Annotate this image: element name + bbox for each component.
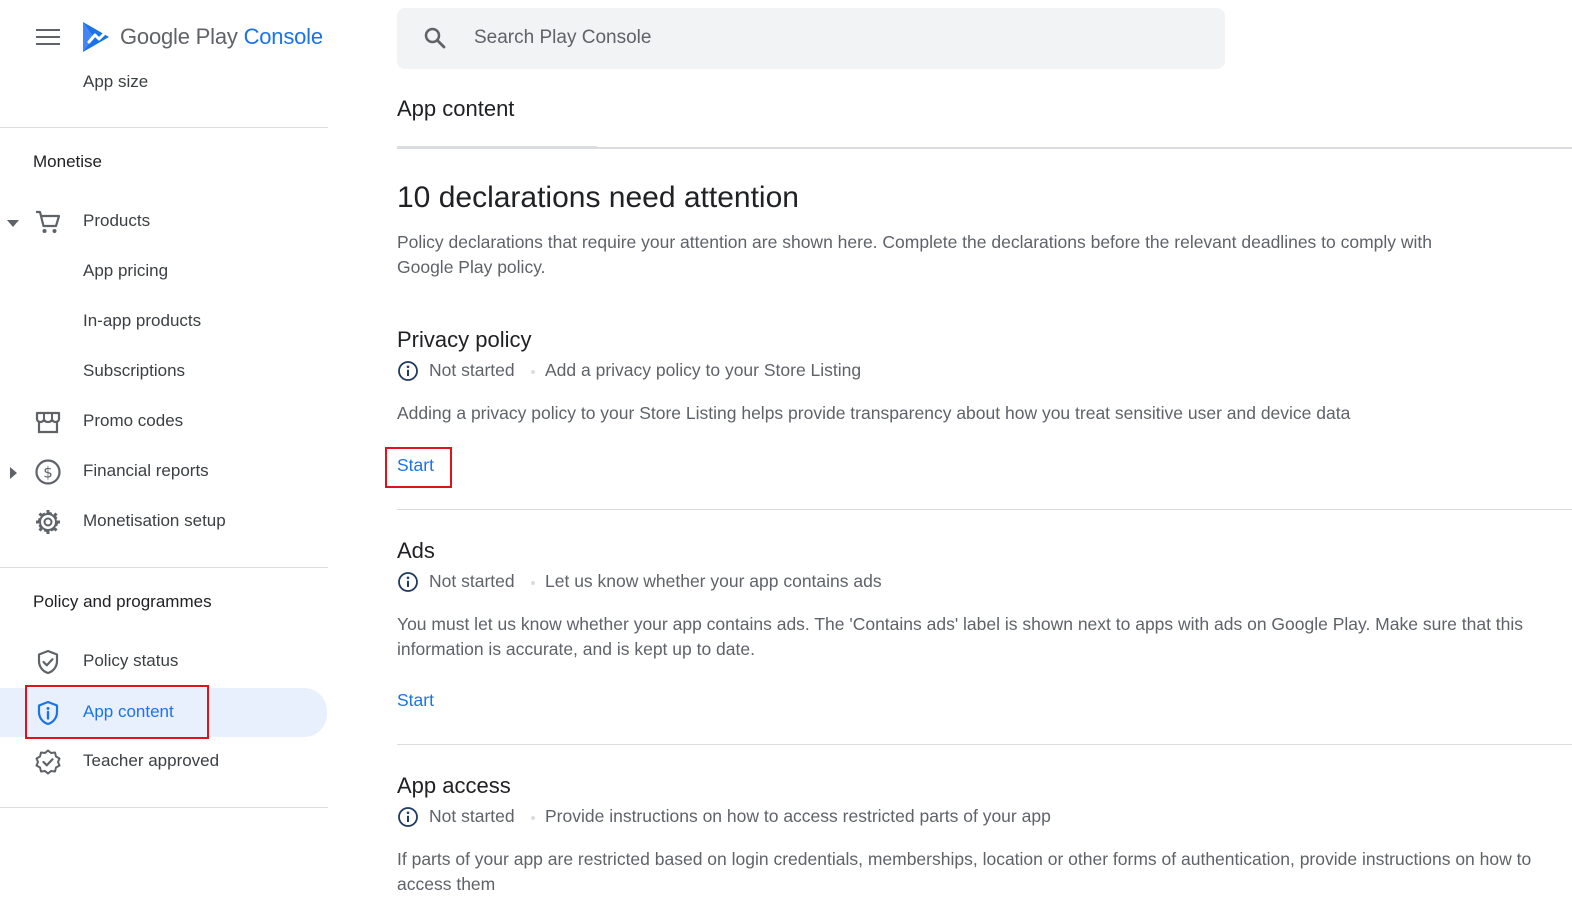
store-icon	[35, 411, 61, 434]
status-summary: Add a privacy policy to your Store Listi…	[545, 360, 862, 380]
separator-dot	[531, 370, 535, 374]
declaration-title-privacy-policy: Privacy policy	[397, 327, 532, 352]
brand-accent: Console	[243, 24, 324, 49]
cart-icon	[36, 210, 61, 233]
sidebar: App size Google Play Console Monetise Pr…	[0, 0, 328, 914]
ads-start-button[interactable]: Start	[397, 690, 434, 711]
sidebar-divider	[0, 127, 328, 128]
section-title-monetise: Monetise	[33, 152, 102, 171]
sidebar-item-financial-reports[interactable]: $ Financial reports	[0, 449, 328, 495]
declaration-status-row: Not started Provide instructions on how …	[397, 806, 1117, 830]
sidebar-item-promo-codes[interactable]: Promo codes	[0, 399, 328, 445]
sidebar-item-label: Subscriptions	[83, 361, 186, 380]
shield-info-icon	[37, 700, 59, 726]
dollar-icon: $	[35, 459, 61, 485]
attention-headline: 10 declarations need attention	[397, 181, 799, 214]
search-input[interactable]: Search Play Console	[474, 27, 651, 49]
sidebar-item-app-pricing[interactable]: App pricing	[0, 249, 328, 295]
sidebar-item-app-content[interactable]: App content	[0, 688, 327, 737]
declaration-divider	[397, 509, 1572, 510]
declaration-divider	[397, 744, 1572, 745]
sidebar-item-label: In-app products	[83, 311, 202, 330]
declaration-description: Adding a privacy policy to your Store Li…	[397, 403, 1351, 423]
sidebar-item-label: Teacher approved	[83, 751, 220, 770]
declaration-title-app-access: App access	[397, 773, 511, 798]
status-summary: Provide instructions on how to access re…	[545, 806, 1051, 826]
sidebar-item-in-app-products[interactable]: In-app products	[0, 299, 328, 345]
sidebar-item-app-size[interactable]: App size	[83, 72, 148, 92]
separator-dot	[531, 581, 535, 585]
separator-dot	[531, 816, 535, 820]
hamburger-menu-icon[interactable]	[36, 29, 60, 47]
info-icon	[398, 572, 418, 592]
sidebar-item-products[interactable]: Products	[0, 199, 328, 245]
brand-name[interactable]: Google Play Console	[120, 24, 323, 50]
declaration-status-row: Not started Add a privacy policy to your…	[397, 360, 997, 384]
sidebar-item-label: Financial reports	[83, 461, 209, 480]
svg-text:$: $	[43, 464, 53, 482]
status-summary: Let us know whether your app contains ad…	[545, 571, 882, 591]
info-icon	[398, 361, 418, 381]
caret-down-icon[interactable]	[6, 216, 20, 230]
info-icon	[398, 807, 418, 827]
status-label: Not started	[429, 360, 515, 380]
page-title: App content	[397, 96, 515, 121]
intro-text: Policy declarations that require your at…	[397, 232, 1433, 277]
sidebar-item-policy-status[interactable]: Policy status	[0, 639, 328, 685]
privacy-policy-start-button[interactable]: Start	[397, 455, 434, 476]
shield-check-icon	[37, 649, 59, 675]
sidebar-item-label: Promo codes	[83, 411, 184, 430]
sidebar-divider	[0, 807, 328, 808]
tab-indicator	[397, 146, 597, 149]
play-console-logo-icon	[83, 22, 109, 52]
sidebar-item-label: Monetisation setup	[83, 511, 226, 530]
sidebar-item-monetisation-setup[interactable]: Monetisation setup	[0, 499, 328, 545]
section-title-policy: Policy and programmes	[33, 592, 212, 611]
badge-check-icon	[35, 749, 61, 775]
search-icon[interactable]	[423, 26, 447, 50]
sidebar-item-label: App pricing	[83, 261, 169, 280]
declaration-description: You must let us know whether your app co…	[397, 614, 1524, 659]
gear-icon	[36, 510, 60, 534]
status-label: Not started	[429, 806, 515, 826]
sidebar-item-subscriptions[interactable]: Subscriptions	[0, 349, 328, 395]
sidebar-divider	[0, 567, 328, 568]
declaration-description: If parts of your app are restricted base…	[397, 849, 1532, 894]
sidebar-item-teacher-approved[interactable]: Teacher approved	[0, 739, 328, 785]
brand-main: Google Play	[120, 24, 238, 49]
declaration-title-ads: Ads	[397, 538, 435, 563]
sidebar-item-label: App content	[83, 702, 174, 721]
sidebar-item-label: Policy status	[83, 651, 179, 670]
status-label: Not started	[429, 571, 515, 591]
sidebar-header: Google Play Console	[0, 0, 328, 72]
caret-right-icon[interactable]	[6, 466, 20, 480]
sidebar-item-label: Products	[83, 211, 151, 230]
declaration-status-row: Not started Let us know whether your app…	[397, 571, 997, 595]
search-bar[interactable]: Search Play Console	[397, 8, 1225, 69]
